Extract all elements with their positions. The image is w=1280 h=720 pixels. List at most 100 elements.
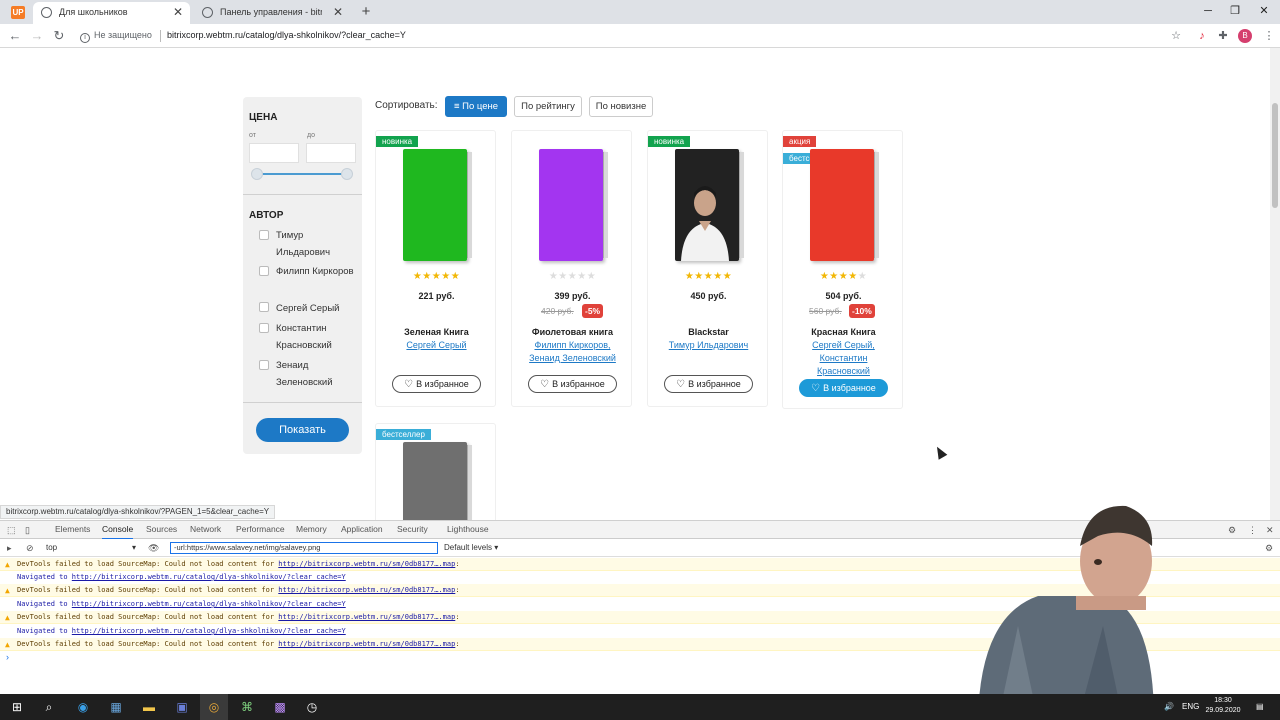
sort-by-rating-button[interactable]: По рейтингу bbox=[514, 96, 582, 117]
reload-icon[interactable]: ↻ bbox=[51, 27, 67, 45]
author-option-label[interactable]: Сергей Серый bbox=[276, 300, 356, 317]
book-cover-image[interactable] bbox=[539, 149, 608, 261]
back-icon[interactable]: ← bbox=[7, 27, 23, 45]
add-to-favorites-button[interactable]: ♡ В избранное bbox=[664, 375, 753, 393]
console-prompt-icon[interactable]: › bbox=[6, 652, 9, 662]
music-extension-icon[interactable]: ♪ bbox=[1194, 27, 1210, 45]
devtools-tab-application[interactable]: Application bbox=[341, 521, 383, 538]
phpstorm-icon[interactable]: ▩ bbox=[266, 694, 294, 720]
sort-by-price-button[interactable]: ≡ По цене bbox=[445, 96, 507, 117]
log-levels-dropdown[interactable]: Default levels ▾ bbox=[444, 542, 498, 554]
price-to-input[interactable] bbox=[306, 143, 356, 163]
console-link[interactable]: http://bitrixcorp.webtm.ru/sm/0db8177….m… bbox=[278, 586, 455, 594]
page-scrollbar[interactable] bbox=[1270, 48, 1280, 520]
show-results-button[interactable]: Показать bbox=[256, 418, 349, 442]
calculator-icon[interactable]: ▦ bbox=[102, 694, 130, 720]
devtools-tab-elements[interactable]: Elements bbox=[55, 521, 90, 538]
minimize-icon[interactable]: ─ bbox=[1198, 2, 1218, 20]
devtools-tab-console[interactable]: Console bbox=[102, 521, 134, 540]
product-card[interactable]: новинка ★★★★★ 450 руб. Blackstar Тимур И… bbox=[647, 130, 768, 407]
menu-kebab-icon[interactable]: ⋮ bbox=[1261, 27, 1277, 45]
devtools-tab-memory[interactable]: Memory bbox=[296, 521, 327, 538]
product-card[interactable]: бестселлер bbox=[375, 423, 496, 520]
console-link[interactable]: http://bitrixcorp.webtm.ru/catalog/dlya-… bbox=[72, 573, 346, 581]
sort-by-newness-button[interactable]: По новизне bbox=[589, 96, 653, 117]
console-filter-input[interactable]: -url:https://www.salavey.net/img/salavey… bbox=[170, 542, 438, 554]
add-to-favorites-button[interactable]: ♡ В избранное bbox=[799, 379, 888, 397]
app-logo[interactable]: UP bbox=[11, 6, 25, 19]
devtools-tab-security[interactable]: Security bbox=[397, 521, 428, 538]
author-option-label[interactable]: Филипп Киркоров bbox=[276, 263, 356, 280]
book-cover-image[interactable] bbox=[810, 149, 879, 261]
devtools-menu-icon[interactable]: ⋮ bbox=[1248, 523, 1257, 537]
devtools-close-icon[interactable]: ✕ bbox=[1266, 523, 1274, 537]
clear-console-icon[interactable]: ⊘ bbox=[26, 541, 34, 555]
address-bar[interactable]: bitrixcorp.webtm.ru/catalog/dlya-shkolni… bbox=[167, 29, 406, 41]
clock-app-icon[interactable]: ◷ bbox=[298, 694, 326, 720]
author-checkbox[interactable] bbox=[259, 230, 269, 240]
product-author-link[interactable]: Тимур Ильдарович bbox=[648, 339, 769, 353]
terminal-app-icon[interactable]: ⌘ bbox=[233, 694, 261, 720]
author-option-label[interactable]: Зенаид Зеленовский bbox=[276, 357, 356, 391]
console-settings-icon[interactable]: ⚙ bbox=[1265, 541, 1273, 555]
product-title[interactable]: Красная Книга bbox=[783, 327, 904, 337]
taskbar-clock[interactable]: 18:30 29.09.2020 bbox=[1200, 696, 1246, 716]
volume-icon[interactable]: 🔊 bbox=[1164, 694, 1174, 720]
product-author-link[interactable]: Зенаид Зеленовский bbox=[512, 352, 633, 366]
console-link[interactable]: http://bitrixcorp.webtm.ru/sm/0db8177….m… bbox=[278, 613, 455, 621]
devtools-tab-network[interactable]: Network bbox=[190, 521, 221, 538]
product-title[interactable]: Blackstar bbox=[648, 327, 769, 337]
restore-icon[interactable]: ❐ bbox=[1225, 2, 1245, 20]
add-to-favorites-button[interactable]: ♡ В избранное bbox=[528, 375, 617, 393]
product-author-link[interactable]: Сергей Серый, bbox=[783, 339, 904, 353]
product-title[interactable]: Зеленая Книга bbox=[376, 327, 497, 337]
console-link[interactable]: http://bitrixcorp.webtm.ru/sm/0db8177….m… bbox=[278, 640, 455, 648]
extensions-puzzle-icon[interactable]: ✚ bbox=[1215, 27, 1231, 45]
security-indicator[interactable]: i Не защищено bbox=[80, 29, 152, 43]
product-title[interactable]: Фиолетовая книга bbox=[512, 327, 633, 337]
product-author-link[interactable]: Филипп Киркоров, bbox=[512, 339, 633, 353]
new-tab-button[interactable]: + bbox=[358, 3, 374, 21]
close-tab-icon[interactable]: ✕ bbox=[332, 2, 344, 22]
scrollbar-thumb[interactable] bbox=[1272, 103, 1278, 208]
price-slider-max-handle[interactable] bbox=[341, 168, 353, 180]
file-explorer-icon[interactable]: ▬ bbox=[135, 694, 163, 720]
author-option-label[interactable]: Константин Красновский bbox=[276, 320, 356, 354]
devtools-settings-icon[interactable]: ⚙ bbox=[1228, 523, 1236, 537]
save-app-icon[interactable]: ▣ bbox=[168, 694, 196, 720]
author-checkbox[interactable] bbox=[259, 266, 269, 276]
price-slider-min-handle[interactable] bbox=[251, 168, 263, 180]
live-expression-eye-icon[interactable]: 👁 bbox=[148, 541, 159, 555]
product-author-link[interactable]: Красновский bbox=[783, 365, 904, 379]
tab-control-panel[interactable]: Панель управления - bitrixcorp ✕ bbox=[194, 2, 350, 24]
profile-avatar[interactable]: B bbox=[1238, 29, 1252, 43]
devtools-tab-performance[interactable]: Performance bbox=[236, 521, 285, 538]
book-cover-image[interactable] bbox=[675, 149, 744, 261]
author-option-label[interactable]: Тимур Ильдарович bbox=[276, 227, 356, 261]
context-selector[interactable]: top ▾ bbox=[46, 542, 138, 554]
devtools-tab-lighthouse[interactable]: Lighthouse bbox=[447, 521, 489, 538]
author-checkbox[interactable] bbox=[259, 323, 269, 333]
add-to-favorites-button[interactable]: ♡ В избранное bbox=[392, 375, 481, 393]
search-icon[interactable]: ⌕ bbox=[35, 694, 63, 720]
console-sidebar-icon[interactable]: ▸ bbox=[7, 541, 12, 555]
book-cover-image[interactable] bbox=[403, 149, 472, 261]
chrome-icon[interactable]: ◎ bbox=[200, 694, 228, 720]
windows-start-icon[interactable]: ⊞ bbox=[3, 694, 31, 720]
price-from-input[interactable] bbox=[249, 143, 299, 163]
console-link[interactable]: http://bitrixcorp.webtm.ru/sm/0db8177….m… bbox=[278, 560, 455, 568]
notifications-icon[interactable]: ▤ bbox=[1256, 694, 1264, 720]
book-cover-image[interactable] bbox=[403, 442, 472, 520]
product-card[interactable]: новинка ★★★★★ 221 руб. Зеленая Книга Сер… bbox=[375, 130, 496, 407]
product-card[interactable]: ★★★★★ 399 руб. 420 руб. -5% Фиолетовая к… bbox=[511, 130, 632, 407]
product-card[interactable]: акция бестселлер ★★★★★ 504 руб. 560 руб.… bbox=[782, 130, 903, 409]
author-checkbox[interactable] bbox=[259, 360, 269, 370]
edge-browser-icon[interactable]: ◉ bbox=[69, 694, 97, 720]
device-toolbar-icon[interactable]: ▯ bbox=[25, 523, 30, 537]
price-slider-track[interactable] bbox=[253, 173, 351, 175]
bookmark-star-icon[interactable]: ☆ bbox=[1168, 27, 1184, 45]
close-tab-icon[interactable]: ✕ bbox=[172, 2, 184, 22]
forward-icon[interactable]: → bbox=[29, 27, 45, 45]
tab-dlya-shkolnikov[interactable]: Для школьников ✕ bbox=[33, 2, 190, 24]
console-link[interactable]: http://bitrixcorp.webtm.ru/catalog/dlya-… bbox=[72, 627, 346, 635]
